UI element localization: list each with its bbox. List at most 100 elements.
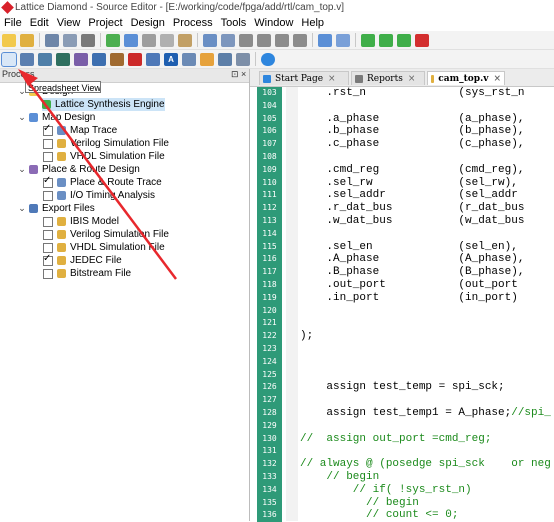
chevron-down-icon[interactable]: ⌄: [18, 164, 26, 175]
zoom-in-icon[interactable]: [239, 33, 253, 47]
panel-icon[interactable]: [336, 33, 350, 47]
tree-item-label: Lattice Synthesis Engine: [55, 99, 165, 110]
page-setup-icon[interactable]: [203, 33, 217, 47]
place-route-trace-checkbox[interactable]: [43, 175, 53, 188]
refresh-icon[interactable]: [124, 33, 138, 47]
zoom-fit-icon[interactable]: [275, 33, 289, 47]
close-pane-icon[interactable]: ×: [241, 69, 246, 79]
save-all-icon[interactable]: [63, 33, 77, 47]
code-text: assign test_temp1 = A_phase;: [300, 407, 512, 419]
file-icon: [57, 152, 66, 161]
report-icon[interactable]: [236, 52, 250, 66]
tree-group-map-design[interactable]: ⌄ Map Design: [18, 111, 95, 124]
reveal-icon[interactable]: [128, 52, 142, 66]
bitstream-file-checkbox[interactable]: [43, 268, 53, 279]
close-tab-icon[interactable]: ×: [328, 74, 336, 84]
code-line: // always @ (posedge spi_sck or neg: [300, 458, 551, 471]
vhdl-sim-checkbox[interactable]: [43, 151, 53, 162]
tree-item-vhdl-simulation-file-export[interactable]: VHDL Simulation File: [43, 241, 165, 254]
io-timing-checkbox[interactable]: [43, 190, 53, 201]
physical-view-icon[interactable]: [74, 52, 88, 66]
line-number: 127: [257, 394, 282, 407]
tree-item-vhdl-simulation-file[interactable]: VHDL Simulation File: [43, 150, 165, 163]
rerun-icon[interactable]: [379, 33, 393, 47]
ipexpress-icon[interactable]: A: [164, 52, 178, 66]
menu-view[interactable]: View: [53, 17, 85, 29]
cut-icon[interactable]: [142, 33, 156, 47]
map-trace-checkbox[interactable]: [43, 123, 53, 136]
line-number: 109: [257, 164, 282, 177]
ibis-model-checkbox[interactable]: [43, 216, 53, 227]
open-project-icon[interactable]: [106, 33, 120, 47]
menu-design[interactable]: Design: [127, 17, 169, 29]
tab-cam-top-v[interactable]: cam_top.v ×: [427, 71, 505, 85]
save-icon[interactable]: [45, 33, 59, 47]
code-text: // count <= 0;: [300, 509, 459, 521]
code-text: .sel_rw (sel_rw),: [300, 177, 518, 189]
file-icon: [57, 217, 66, 226]
menu-tools[interactable]: Tools: [217, 17, 251, 29]
tab-reports[interactable]: Reports ×: [351, 71, 425, 85]
grid-icon[interactable]: [221, 33, 235, 47]
code-line: .B_phase (B_phase),: [300, 266, 524, 279]
line-number: 116: [257, 253, 282, 266]
line-number: 129: [257, 420, 282, 433]
toolbar-separator: [100, 33, 101, 47]
float-pane-icon[interactable]: ⊡: [231, 69, 239, 80]
tree-item-place-route-trace[interactable]: Place & Route Trace: [43, 175, 162, 189]
timing-analysis-icon[interactable]: [92, 52, 106, 66]
tree-item-jedec-file[interactable]: JEDEC File: [43, 253, 122, 267]
verilog-export-checkbox[interactable]: [43, 229, 53, 240]
menu-project[interactable]: Project: [84, 17, 126, 29]
tree-group-export-files[interactable]: ⌄ Export Files: [18, 202, 95, 215]
tree-item-bitstream-file[interactable]: Bitstream File: [43, 267, 131, 280]
layout-icon[interactable]: [318, 33, 332, 47]
paste-icon[interactable]: [178, 33, 192, 47]
print-icon[interactable]: [81, 33, 95, 47]
map-design-icon: [29, 113, 38, 122]
tree-item-label: I/O Timing Analysis: [70, 190, 156, 201]
tool-view-icon[interactable]: [218, 52, 232, 66]
chevron-down-icon[interactable]: ⌄: [18, 112, 26, 123]
code-line: assign test_temp = spi_sck;: [300, 381, 504, 394]
simulation-icon[interactable]: [182, 52, 196, 66]
menu-process[interactable]: Process: [169, 17, 217, 29]
tree-item-io-timing-analysis[interactable]: I/O Timing Analysis: [43, 189, 155, 202]
run-icon[interactable]: [361, 33, 375, 47]
tree-item-verilog-simulation-file[interactable]: Verilog Simulation File: [43, 137, 169, 150]
vhdl-export-checkbox[interactable]: [43, 242, 53, 253]
tree-item-map-trace[interactable]: Map Trace: [43, 123, 117, 137]
netlist-view-icon[interactable]: [20, 52, 34, 66]
tree-item-ibis-model[interactable]: IBIS Model: [43, 215, 119, 228]
zoom-area-icon[interactable]: [293, 33, 307, 47]
tree-item-verilog-simulation-file-export[interactable]: Verilog Simulation File: [43, 228, 169, 241]
copy-icon[interactable]: [160, 33, 174, 47]
jedec-file-checkbox[interactable]: [43, 253, 53, 266]
verilog-sim-checkbox[interactable]: [43, 138, 53, 149]
spreadsheet-view-icon[interactable]: [1, 51, 17, 67]
wizard-icon[interactable]: [200, 52, 214, 66]
menu-edit[interactable]: Edit: [26, 17, 53, 29]
close-tab-icon[interactable]: ×: [493, 74, 501, 84]
stop-icon[interactable]: [415, 33, 429, 47]
close-tab-icon[interactable]: ×: [408, 74, 416, 84]
zoom-out-icon[interactable]: [257, 33, 271, 47]
menu-help[interactable]: Help: [297, 17, 328, 29]
run-all-icon[interactable]: [397, 33, 411, 47]
menu-window[interactable]: Window: [250, 17, 297, 29]
code-editor[interactable]: .rst_n (sys_rst_n .a_phase (a_phase), .b…: [298, 87, 554, 521]
programmer-icon[interactable]: [146, 52, 160, 66]
tree-item-lattice-synthesis-engine[interactable]: Lattice Synthesis Engine: [42, 98, 165, 111]
open-folder-icon[interactable]: [20, 33, 34, 47]
menu-file[interactable]: File: [0, 17, 26, 29]
globe-icon[interactable]: [261, 52, 275, 66]
tree-item-label: Bitstream File: [70, 268, 132, 279]
new-file-icon[interactable]: [2, 33, 16, 47]
code-text: .c_phase (c_phase),: [300, 138, 525, 150]
chevron-down-icon[interactable]: ⌄: [18, 203, 26, 214]
floorplan-view-icon[interactable]: [56, 52, 70, 66]
package-view-icon[interactable]: [38, 52, 52, 66]
tab-start-page[interactable]: Start Page ×: [259, 71, 349, 85]
power-calculator-icon[interactable]: [110, 52, 124, 66]
tree-group-place-route-design[interactable]: ⌄ Place & Route Design: [18, 163, 140, 176]
